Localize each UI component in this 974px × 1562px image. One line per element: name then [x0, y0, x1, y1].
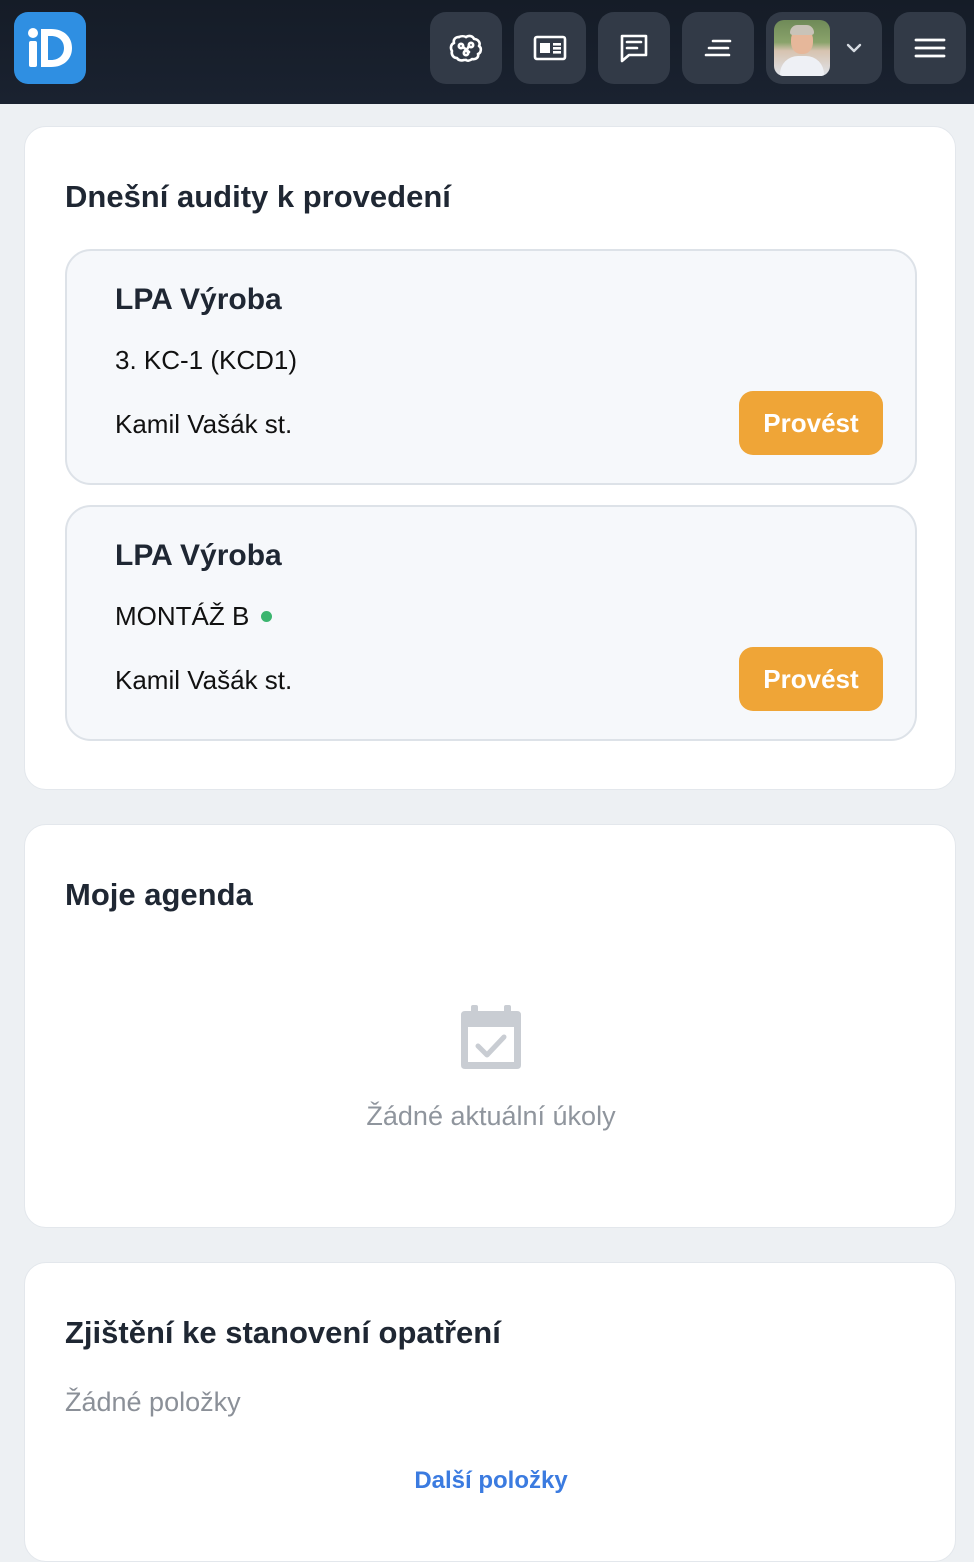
- message-icon: [620, 34, 648, 63]
- ai-brain-button[interactable]: [430, 12, 502, 84]
- calendar-check-icon: [461, 1005, 521, 1069]
- todays-audits-card: Dnešní audity k provedení LPA Výroba 3. …: [24, 126, 956, 790]
- avatar: [774, 20, 830, 76]
- audit-item: LPA Výroba 3. KC-1 (KCD1) Kamil Vašák st…: [65, 249, 917, 485]
- newspaper-icon: [533, 35, 567, 61]
- findings-empty-text: Žádné položky: [65, 1387, 241, 1417]
- audit-place: 3. KC-1 (KCD1): [115, 345, 297, 376]
- text-lines-icon: [704, 39, 732, 57]
- audit-place-label: MONTÁŽ B: [115, 601, 250, 631]
- chevron-down-icon: [846, 43, 862, 53]
- my-agenda-card: Moje agenda Žádné aktuální úkoly: [24, 824, 956, 1228]
- audit-auditor: Kamil Vašák st.: [115, 409, 293, 439]
- findings-card: Zjištění ke stanovení opatření Žádné pol…: [24, 1262, 956, 1562]
- findings-title: Zjištění ke stanovení opatření: [65, 1315, 501, 1350]
- audit-name: LPA Výroba: [115, 283, 282, 316]
- audit-name: LPA Výroba: [115, 539, 282, 572]
- perform-audit-button[interactable]: Provést: [739, 391, 883, 455]
- my-agenda-title: Moje agenda: [65, 877, 253, 912]
- top-navigation-bar: [0, 0, 974, 104]
- status-dot-icon: [261, 611, 273, 622]
- more-items-link[interactable]: Další položky: [25, 1467, 957, 1495]
- audit-auditor: Kamil Vašák st.: [115, 665, 293, 695]
- user-menu-button[interactable]: [766, 12, 882, 84]
- main-menu-button[interactable]: [894, 12, 966, 84]
- brain-icon: [449, 34, 483, 62]
- perform-audit-button[interactable]: Provést: [739, 647, 883, 711]
- logo-mark-icon: [28, 28, 72, 67]
- audit-item: LPA Výroba MONTÁŽ B Kamil Vašák st. Prov…: [65, 505, 917, 741]
- feed-button[interactable]: [682, 12, 754, 84]
- messages-button[interactable]: [598, 12, 670, 84]
- news-button[interactable]: [514, 12, 586, 84]
- hamburger-icon: [914, 38, 946, 58]
- audit-place: MONTÁŽ B: [115, 601, 273, 632]
- app-logo[interactable]: [14, 12, 86, 84]
- audit-place-label: 3. KC-1 (KCD1): [115, 345, 298, 375]
- agenda-empty-text: Žádné aktuální úkoly: [366, 1101, 616, 1131]
- todays-audits-title: Dnešní audity k provedení: [65, 179, 451, 214]
